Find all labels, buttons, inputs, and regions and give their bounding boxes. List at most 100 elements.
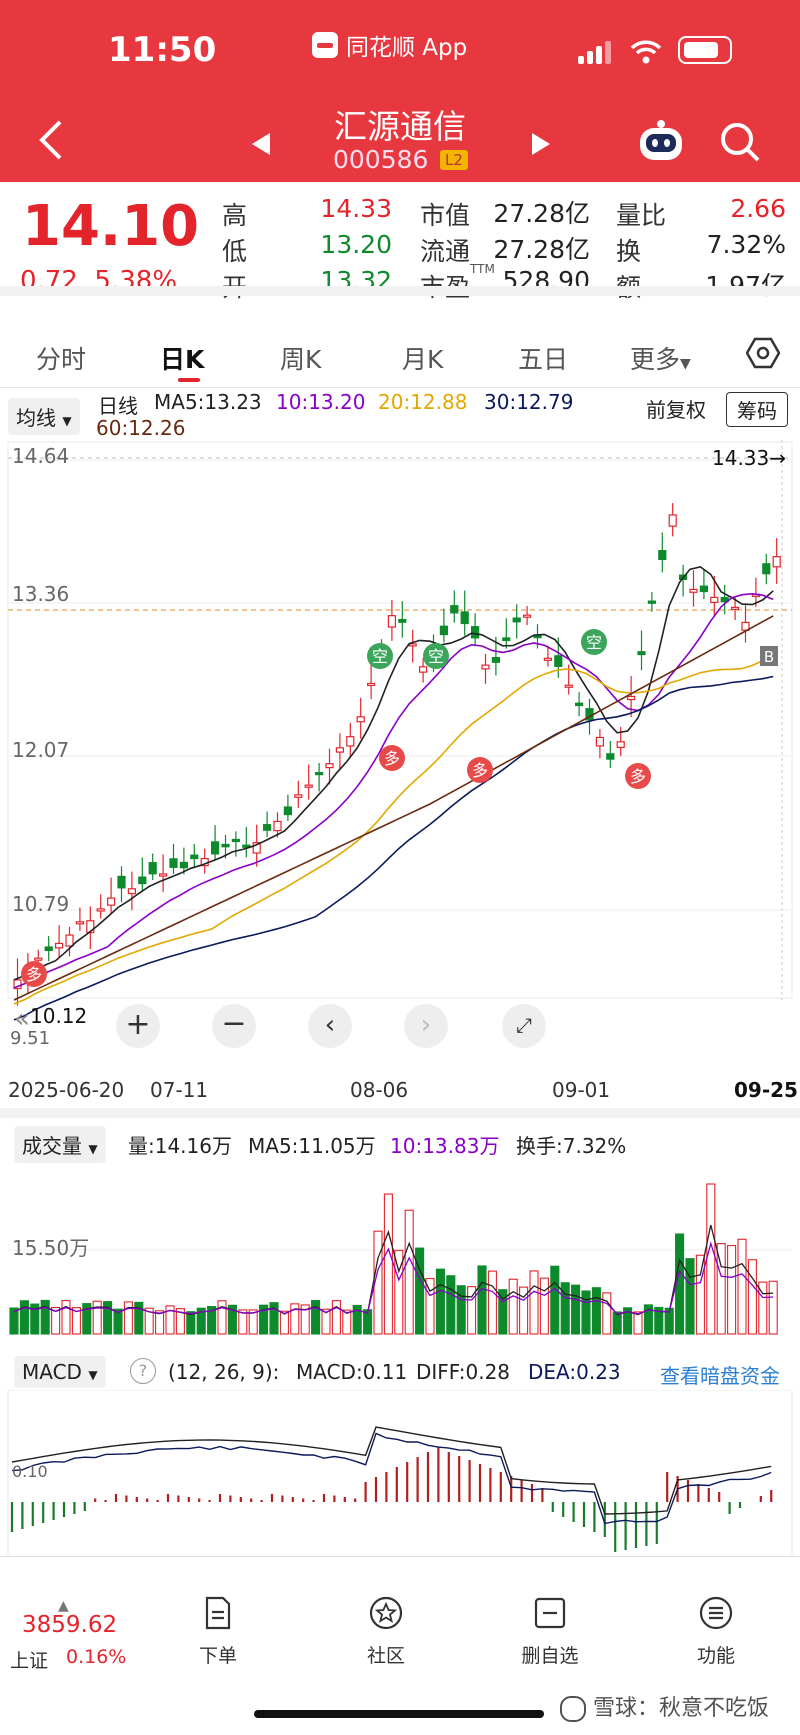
macd-chart[interactable] <box>0 1390 800 1570</box>
volume-ma5-line <box>13 1224 774 1316</box>
candle-body <box>138 876 147 885</box>
tab-intraday[interactable]: 分时 <box>36 340 86 376</box>
volume-selector[interactable]: 成交量 ▼ <box>14 1126 106 1163</box>
top-header: 11:50 同花顺 App 汇源通信 000586 L2 <box>0 0 800 182</box>
candle-body <box>689 588 698 593</box>
scroll-right-button[interactable]: › <box>404 1004 448 1048</box>
buy-marker: B <box>764 648 774 666</box>
tab-five-day[interactable]: 五日 <box>518 340 568 376</box>
tab-more[interactable]: 更多▼ <box>630 340 691 376</box>
candlestick-chart[interactable]: 空空空多多多 多B <box>0 440 800 1060</box>
functions-button[interactable]: 功能 <box>666 1596 766 1668</box>
x-label-0: 2025-06-20 <box>8 1078 125 1102</box>
ma10-value: 10:13.20 <box>276 390 366 414</box>
next-stock-button[interactable] <box>530 124 552 164</box>
community-button[interactable]: 社区 <box>336 1596 436 1668</box>
chevron-right-icon: › <box>420 1010 432 1040</box>
candle-body <box>606 753 615 760</box>
ma30-value: 30:12.79 <box>484 390 574 414</box>
zoom-in-button[interactable]: + <box>116 1004 160 1048</box>
candle-body <box>595 736 605 747</box>
triangle-right-icon <box>532 133 550 155</box>
candle-body <box>325 763 334 769</box>
collapse-button[interactable]: « <box>14 1004 30 1034</box>
volume-ma10: 10:13.83万 <box>390 1134 500 1158</box>
volume-bar <box>446 1275 456 1335</box>
order-label: 下单 <box>198 1645 237 1667</box>
volume-bar <box>706 1183 716 1335</box>
volume-bar <box>487 1270 497 1335</box>
search-button[interactable] <box>718 120 762 171</box>
zoom-out-button[interactable]: − <box>212 1004 256 1048</box>
quote-panel: 14.10 0.72 5.38% 高 14.33 低 13.20 开 13.32… <box>0 182 800 302</box>
fullscreen-button[interactable]: ⤢ <box>502 1004 546 1048</box>
status-time: 11:50 <box>108 30 217 70</box>
macd-frame <box>7 1390 793 1567</box>
chevron-left-icon: ‹ <box>324 1010 336 1040</box>
low-marker: 10.12 <box>30 1004 88 1028</box>
tab-weekly-k[interactable]: 周K <box>280 340 321 376</box>
volume-bar <box>477 1265 487 1335</box>
star-circle-icon <box>369 1596 403 1630</box>
mcap-label: 市值 <box>420 201 471 230</box>
y-label-2: 13.36 <box>12 582 70 606</box>
candle-body <box>304 784 313 788</box>
candle-body <box>439 625 448 636</box>
candle-body <box>117 875 126 889</box>
volume-selector-label: 成交量 <box>22 1134 82 1158</box>
remove-watchlist-button[interactable]: 删自选 <box>500 1596 600 1668</box>
high-value: 14.33 <box>320 194 392 223</box>
volume-chart[interactable] <box>0 1160 800 1336</box>
volume-bar <box>602 1292 612 1335</box>
volume-bar <box>747 1259 757 1335</box>
amount-value: 1.97亿 <box>680 266 786 302</box>
volume-turnover: 换手:7.32% <box>516 1134 627 1158</box>
candle-body <box>231 838 240 843</box>
macd-selector[interactable]: MACD ▼ <box>14 1356 106 1388</box>
watermark-text: 雪球：秋意不吃饭 <box>593 1696 770 1721</box>
turnover-label: 换 <box>616 237 642 266</box>
tab-more-label: 更多 <box>630 345 681 374</box>
volume-value: 量:14.16万 <box>128 1134 232 1158</box>
volume-bar <box>685 1258 695 1335</box>
minus-icon: − <box>221 1006 247 1041</box>
settings-button[interactable] <box>745 336 781 374</box>
candle-body <box>471 626 480 639</box>
candle-body <box>169 858 178 868</box>
tab-daily-k[interactable]: 日K <box>160 340 204 376</box>
app-logo-icon <box>312 32 338 58</box>
watermark: 雪球：秋意不吃饭 <box>560 1690 769 1722</box>
ma5-value: MA5:13.23 <box>154 390 262 414</box>
volume-bar <box>92 1300 102 1335</box>
dark-pool-link[interactable]: 查看暗盘资金 <box>660 1360 780 1389</box>
volume-bar <box>217 1300 227 1335</box>
candle-body <box>75 921 85 925</box>
fullscreen-icon: ⤢ <box>516 1013 532 1037</box>
index-value[interactable]: 3859.62 <box>22 1612 117 1638</box>
volume-bar <box>311 1300 321 1335</box>
adjust-button[interactable]: 前复权 <box>646 394 706 423</box>
volume-bar <box>508 1278 518 1335</box>
volume-bar <box>591 1287 601 1335</box>
help-icon[interactable]: ? <box>130 1358 156 1384</box>
candle-body <box>211 841 220 855</box>
volume-bar <box>435 1268 445 1335</box>
candle-body <box>356 716 365 723</box>
active-tab-indicator <box>178 378 200 382</box>
scroll-left-button[interactable]: ‹ <box>308 1004 352 1048</box>
candle-body <box>637 651 646 656</box>
candle-body <box>419 666 428 673</box>
x-label-2: 08-06 <box>350 1078 409 1102</box>
minus-square-icon <box>534 1597 566 1629</box>
ma-selector[interactable]: 均线 ▼ <box>8 398 80 435</box>
double-chevron-left-icon: « <box>14 1004 30 1034</box>
ma10-line <box>13 592 774 989</box>
plus-icon: + <box>125 1007 151 1042</box>
tab-monthly-k[interactable]: 月K <box>402 340 443 376</box>
chips-button[interactable]: 筹码 <box>726 392 788 427</box>
candle-body <box>179 861 188 869</box>
robot-icon <box>640 120 682 160</box>
robot-assistant-button[interactable] <box>636 118 686 171</box>
order-button[interactable]: 下单 <box>168 1596 268 1668</box>
y-label-top: 14.64 <box>12 444 70 468</box>
